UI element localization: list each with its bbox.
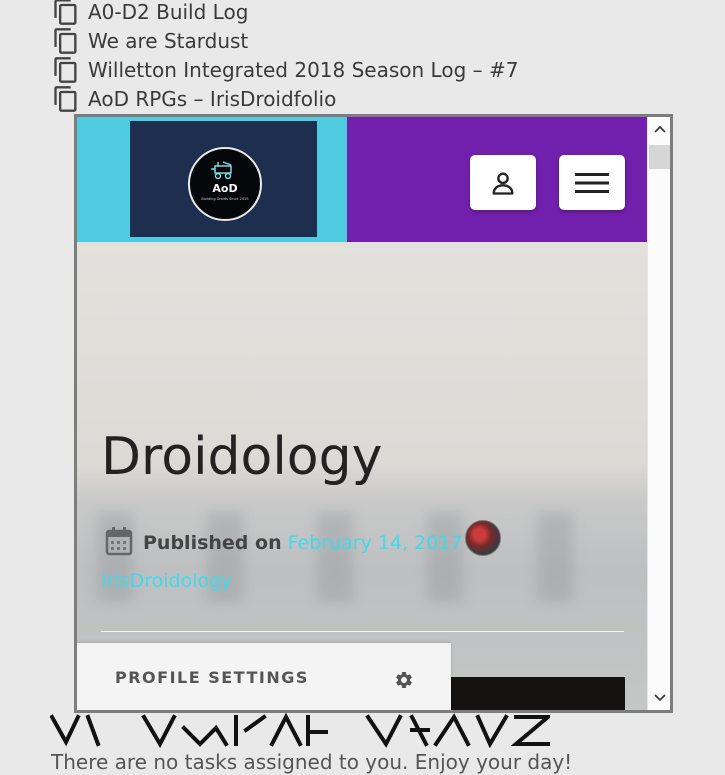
logo-text: AoD <box>212 182 238 195</box>
site-header-left: AoD Building Droids Since 2015 <box>77 117 347 242</box>
list-item-label[interactable]: Willetton Integrated 2018 Season Log – #… <box>88 58 518 82</box>
chevron-up-icon <box>653 125 666 133</box>
copy-icon <box>54 0 77 25</box>
list-item-label[interactable]: A0-D2 Build Log <box>88 0 248 24</box>
aurebesh-heading <box>50 712 550 748</box>
gear-icon[interactable] <box>394 670 414 690</box>
list-item[interactable]: We are Stardust <box>52 26 248 55</box>
hero-background-window <box>427 512 463 602</box>
post-date-link[interactable]: February 14, 2017 <box>288 532 463 554</box>
menu-button[interactable] <box>559 155 625 210</box>
list-item[interactable]: A0-D2 Build Log <box>52 0 248 26</box>
list-item-label[interactable]: AoD RPGs – IrisDroidfolio <box>88 87 336 111</box>
list-item-label[interactable]: We are Stardust <box>88 29 248 53</box>
droid-logo-icon <box>211 161 232 180</box>
user-icon <box>492 172 514 195</box>
post-title: Droidology <box>101 427 383 487</box>
hamburger-menu-icon <box>575 172 609 193</box>
scroll-down-button[interactable] <box>648 686 670 710</box>
author-link[interactable]: IrisDroidology <box>101 570 232 592</box>
embedded-site-frame[interactable]: AoD Building Droids Since 2015 Droidolog… <box>74 114 673 713</box>
copy-icon <box>54 56 77 83</box>
copy-icon <box>54 27 77 54</box>
scrollbar[interactable] <box>647 117 670 710</box>
author-avatar[interactable] <box>465 520 501 556</box>
site-logo[interactable]: AoD Building Droids Since 2015 <box>130 121 317 237</box>
list-item[interactable]: AoD RPGs – IrisDroidfolio <box>52 84 336 113</box>
profile-settings-label[interactable]: PROFILE SETTINGS <box>115 668 309 687</box>
logo-subtext: Building Droids Since 2015 <box>201 197 249 201</box>
published-line: Published on February 14, 2017 by <box>143 532 495 554</box>
profile-settings-panel[interactable]: PROFILE SETTINGS <box>77 643 451 710</box>
divider <box>101 631 624 632</box>
scroll-thumb[interactable] <box>649 145 670 169</box>
list-item[interactable]: Willetton Integrated 2018 Season Log – #… <box>52 55 518 84</box>
user-account-button[interactable] <box>470 155 536 210</box>
scroll-up-button[interactable] <box>648 117 670 141</box>
calendar-icon <box>105 527 133 556</box>
published-label: Published on <box>143 532 282 554</box>
embedded-site: AoD Building Droids Since 2015 Droidolog… <box>77 117 647 710</box>
hero-background-window <box>317 512 353 602</box>
tasks-empty-message: There are no tasks assigned to you. Enjo… <box>51 750 573 774</box>
chevron-down-icon <box>653 694 666 702</box>
logo-badge: AoD Building Droids Since 2015 <box>188 147 262 221</box>
copy-icon <box>54 85 77 112</box>
hero-background-window <box>537 512 573 602</box>
